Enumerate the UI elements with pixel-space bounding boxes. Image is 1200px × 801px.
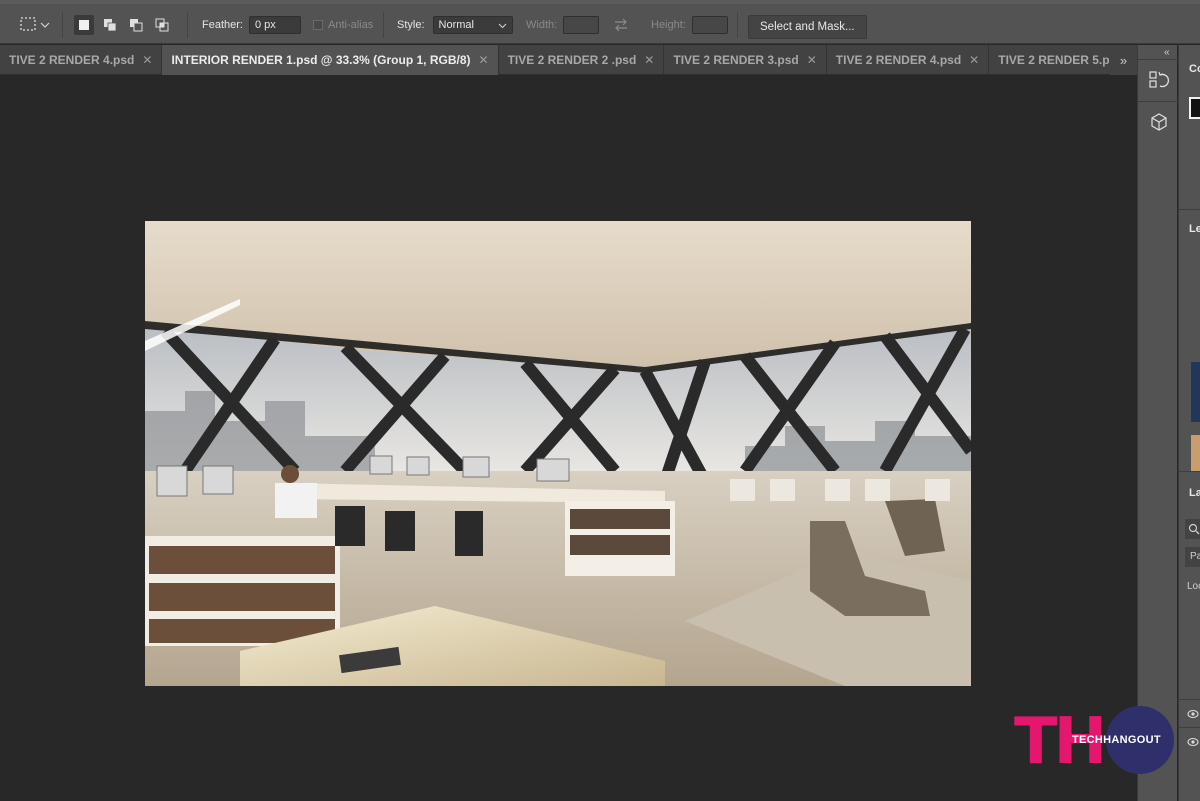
- history-icon: [1149, 71, 1170, 88]
- new-selection-button[interactable]: [74, 15, 94, 35]
- intersect-selection-button[interactable]: [152, 15, 172, 35]
- style-value: Normal: [438, 19, 474, 31]
- photoshop-window: Feather: 0 px Anti-alias Style: Normal W…: [0, 0, 1200, 801]
- width-label: Width:: [526, 19, 558, 31]
- close-icon[interactable]: ✕: [807, 53, 817, 67]
- blend-mode-select[interactable]: Pa: [1185, 547, 1200, 567]
- feather-label: Feather:: [202, 19, 243, 31]
- 3d-panel-button[interactable]: [1148, 111, 1170, 138]
- lock-label: Loc: [1187, 581, 1200, 592]
- height-label: Height:: [651, 19, 686, 31]
- layer-search-field[interactable]: [1185, 519, 1200, 539]
- learn-panel: Le: [1179, 217, 1200, 472]
- swap-dimensions-icon[interactable]: [613, 18, 629, 32]
- width-input[interactable]: [563, 16, 600, 34]
- close-icon[interactable]: ✕: [644, 53, 654, 67]
- search-icon: [1188, 523, 1200, 535]
- divider: [187, 12, 188, 38]
- rectangular-marquee-icon: [20, 17, 36, 31]
- right-panels: Co Le La Pa Loc: [1178, 45, 1200, 801]
- canvas-area[interactable]: [0, 76, 1137, 801]
- divider: [383, 12, 384, 38]
- tutorial-thumbnail[interactable]: [1191, 362, 1200, 422]
- logo-brand-text: TECHHANGOUT: [1072, 734, 1161, 746]
- tutorial-thumbnail[interactable]: [1191, 435, 1200, 471]
- height-input[interactable]: [691, 16, 728, 34]
- techhangout-watermark: TH TECHHANGOUT: [1014, 706, 1174, 774]
- select-and-mask-button[interactable]: Select and Mask...: [748, 15, 867, 39]
- divider: [62, 12, 63, 38]
- tab-interior-render-1[interactable]: INTERIOR RENDER 1.psd @ 33.3% (Group 1, …: [162, 45, 499, 75]
- style-select[interactable]: Normal: [432, 16, 513, 34]
- new-selection-icon: [79, 20, 89, 30]
- style-label: Style:: [397, 19, 425, 31]
- close-icon[interactable]: ✕: [969, 53, 979, 67]
- tab-label: TIVE 2 RENDER 4.psd: [835, 53, 962, 67]
- tab-tive-2-render-3[interactable]: TIVE 2 RENDER 3.psd ✕: [664, 45, 827, 75]
- foreground-swatch[interactable]: [1189, 97, 1200, 119]
- divider: [1138, 59, 1178, 60]
- office-interior-render: [145, 221, 971, 686]
- tab-label: TIVE 2 RENDER 4.psd: [9, 53, 135, 67]
- subtract-selection-icon: [130, 19, 143, 32]
- add-to-selection-button[interactable]: [100, 15, 120, 35]
- menu-bar-strip: [0, 0, 1200, 4]
- collapse-dock-icon[interactable]: «: [1164, 47, 1170, 58]
- add-selection-icon: [104, 19, 117, 32]
- tab-label: TIVE 2 RENDER 2 .psd: [507, 53, 637, 67]
- subtract-from-selection-button[interactable]: [126, 15, 146, 35]
- cube-icon: [1151, 113, 1167, 131]
- layer-row[interactable]: [1179, 727, 1200, 755]
- anti-alias-label: Anti-alias: [328, 19, 374, 31]
- options-bar: Feather: 0 px Anti-alias Style: Normal W…: [0, 0, 1200, 44]
- panel-dock: «: [1137, 45, 1178, 801]
- color-panel: Co: [1179, 55, 1200, 210]
- tab-overflow-button[interactable]: »: [1110, 45, 1137, 75]
- chevron-down-icon: [498, 23, 506, 28]
- tab-label: INTERIOR RENDER 1.psd @ 33.3% (Group 1, …: [171, 53, 471, 67]
- history-panel-button[interactable]: [1148, 69, 1170, 96]
- anti-alias-checkbox[interactable]: [313, 20, 323, 30]
- learn-panel-title[interactable]: Le: [1189, 223, 1200, 235]
- divider: [737, 12, 738, 38]
- tab-tive-2-render-4b[interactable]: TIVE 2 RENDER 4.psd ✕: [827, 45, 990, 75]
- feather-input[interactable]: 0 px: [248, 16, 301, 34]
- tab-label: TIVE 2 RENDER 3.psd: [673, 53, 799, 67]
- layer-row[interactable]: [1179, 699, 1200, 727]
- eye-icon[interactable]: [1187, 709, 1199, 719]
- document-image[interactable]: [145, 221, 971, 686]
- marquee-tool-preset[interactable]: [18, 14, 50, 36]
- layers-panel: La Pa Loc: [1179, 481, 1200, 801]
- color-panel-title[interactable]: Co: [1189, 63, 1200, 75]
- eye-icon[interactable]: [1187, 737, 1199, 747]
- intersect-selection-icon: [155, 18, 169, 32]
- document-tab-bar: TIVE 2 RENDER 4.psd ✕ INTERIOR RENDER 1.p…: [0, 45, 1152, 75]
- chevron-down-icon: [40, 22, 50, 28]
- tab-label: TIVE 2 RENDER 5.psd: [998, 53, 1124, 67]
- tab-tive-2-render-2[interactable]: TIVE 2 RENDER 2 .psd ✕: [499, 45, 665, 75]
- close-icon[interactable]: ✕: [142, 53, 152, 67]
- tab-tive-2-render-4[interactable]: TIVE 2 RENDER 4.psd ✕: [0, 45, 163, 75]
- layers-panel-title[interactable]: La: [1189, 487, 1200, 499]
- close-icon[interactable]: ✕: [479, 53, 489, 67]
- divider: [1138, 101, 1178, 102]
- double-chevron-right-icon: »: [1119, 52, 1128, 68]
